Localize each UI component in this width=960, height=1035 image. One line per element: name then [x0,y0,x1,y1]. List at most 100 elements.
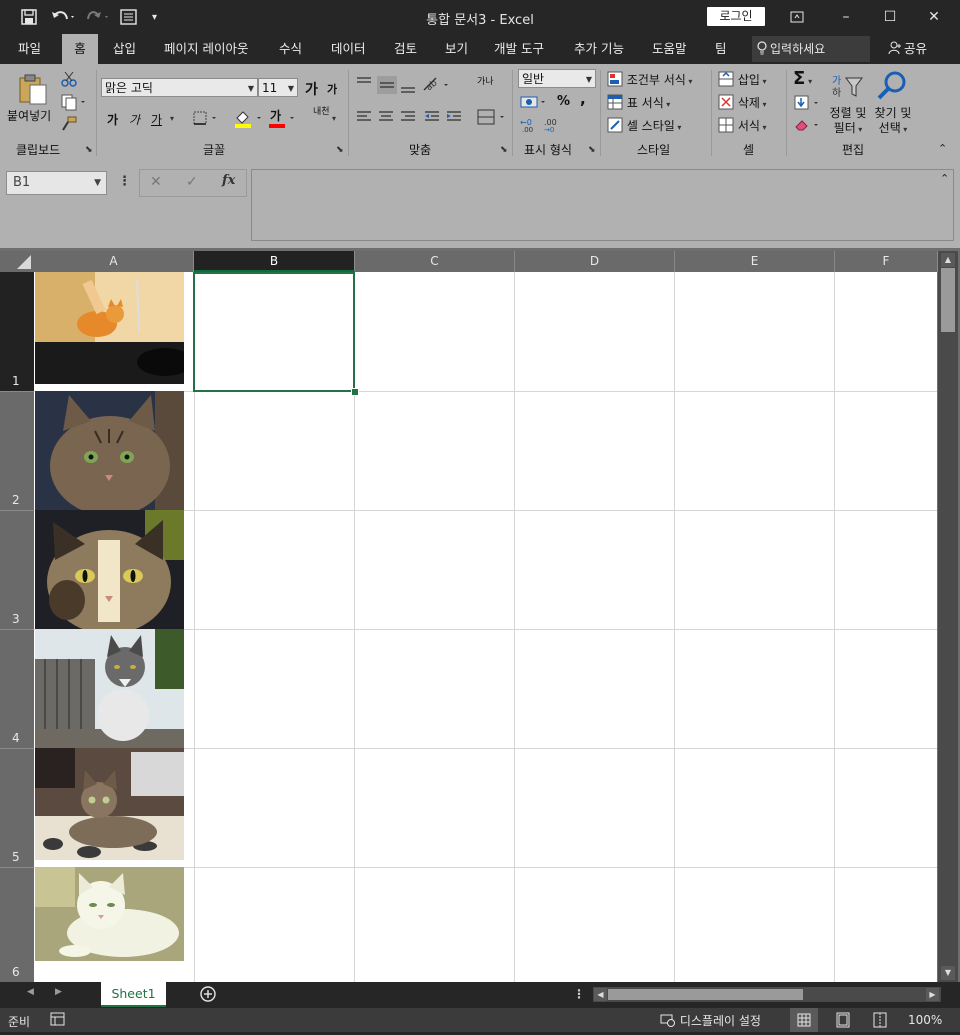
find-select-icon[interactable] [876,70,908,105]
tab-review[interactable]: 검토 [385,34,426,64]
macro-record-icon[interactable] [50,1012,66,1030]
tab-formulas[interactable]: 수식 [270,34,311,64]
column-header-c[interactable]: C [355,251,515,272]
column-header-a[interactable]: A [34,251,194,272]
horizontal-scrollbar[interactable]: ◀ ▶ [593,987,941,1002]
grow-font-button[interactable]: 가 [305,79,318,99]
new-sheet-icon[interactable] [199,985,217,1006]
horizontal-scroll-thumb[interactable] [608,989,803,1000]
fill-color-icon[interactable] [233,108,265,131]
share-button[interactable]: 공유 [888,34,927,64]
display-settings-button[interactable]: 디스플레이 설정 [660,1012,761,1029]
more-options-icon[interactable]: ⋮ [118,174,131,189]
clear-icon[interactable] [794,117,824,136]
delete-cells-button[interactable]: 삭제 ▾ [718,94,766,111]
column-header-d[interactable]: D [515,251,675,272]
select-all-corner[interactable] [0,251,34,272]
zoom-level[interactable]: 100% [908,1013,942,1027]
tab-data[interactable]: 데이터 [322,34,375,64]
tab-addins[interactable]: 추가 기능 [565,34,633,64]
cat-image-4[interactable] [35,629,184,748]
vertical-scrollbar[interactable]: ▲ ▼ [938,251,958,982]
row-header-1[interactable]: 1 [0,272,34,392]
column-header-f[interactable]: F [835,251,938,272]
paste-icon[interactable] [16,72,50,109]
maximize-icon[interactable]: ☐ [875,6,905,28]
tab-team[interactable]: 팀 [706,34,736,64]
page-break-view-icon[interactable] [872,1012,888,1031]
row-header-4[interactable]: 4 [0,630,34,749]
paste-button-label[interactable]: 붙여넣기 [7,107,51,124]
collapse-formula-bar-icon[interactable]: ⌃ [940,172,949,185]
accounting-format-icon[interactable] [519,94,551,113]
scroll-sheets-right-icon[interactable]: ▶ [55,987,62,997]
scroll-down-icon[interactable]: ▼ [941,966,955,980]
cat-image-2[interactable] [35,391,184,516]
row-header-5[interactable]: 5 [0,749,34,868]
top-align-icon[interactable] [353,74,423,99]
conditional-formatting-button[interactable]: 조건부 서식 ▾ [607,71,692,88]
shrink-font-button[interactable]: 가 [327,81,337,97]
alignment-launcher-icon[interactable]: ⬊ [500,145,508,155]
insert-cells-button[interactable]: 삽입 ▾ [718,71,766,88]
minimize-icon[interactable]: – [831,6,861,28]
font-name-combo[interactable]: 맑은 고딕 ▼ [101,78,258,97]
format-cells-button[interactable]: 서식 ▾ [718,117,766,134]
formula-input[interactable] [251,169,954,241]
font-size-combo[interactable]: 11 ▼ [258,78,298,97]
chevron-down-icon[interactable]: ▾ [332,114,336,123]
row-header-2[interactable]: 2 [0,392,34,511]
tab-developer[interactable]: 개발 도구 [485,34,553,64]
collapse-ribbon-icon[interactable]: ⌃ [938,142,947,155]
format-painter-icon[interactable] [60,115,78,136]
phonetic-guide-button[interactable]: 내천 [313,108,330,117]
sort-filter-button[interactable]: 정렬 및 필터 ▾ [827,106,869,137]
cut-icon[interactable] [60,70,78,91]
selected-cell-b1[interactable] [193,272,355,392]
italic-button[interactable]: 가 [129,111,140,128]
cat-image-3[interactable] [35,510,184,634]
borders-icon[interactable] [192,110,220,129]
vertical-scroll-thumb[interactable] [941,268,955,332]
chevron-down-icon[interactable]: ▼ [94,172,101,194]
tab-insert[interactable]: 삽입 [104,34,145,64]
merge-center-icon[interactable] [476,108,508,129]
cat-image-6[interactable] [35,867,184,961]
scroll-right-icon[interactable]: ▶ [926,988,939,1001]
fill-icon[interactable] [794,95,824,114]
scroll-sheets-left-icon[interactable]: ◀ [27,987,34,997]
cat-image-1[interactable] [35,272,193,384]
scroll-left-icon[interactable]: ◀ [594,988,607,1001]
cat-image-5[interactable] [35,748,184,860]
ribbon-display-options-icon[interactable] [782,6,812,28]
tell-me-search[interactable]: 입력하세요 [752,36,870,62]
sort-filter-icon[interactable]: 가하 [832,72,864,105]
copy-icon[interactable] [60,93,88,114]
scroll-up-icon[interactable]: ▲ [941,253,955,267]
tab-home[interactable]: 홈 [62,34,98,64]
font-color-icon[interactable]: 가 [268,108,300,131]
split-handle-icon[interactable]: ⋮ [573,987,585,1001]
insert-function-button[interactable]: fx [222,173,235,188]
bold-button[interactable]: 가 [107,111,118,128]
tab-page-layout[interactable]: 페이지 레이아웃 [155,34,257,64]
row-header-3[interactable]: 3 [0,511,34,630]
cell-styles-button[interactable]: 셀 스타일 ▾ [607,117,681,134]
sheet-tab-sheet1[interactable]: Sheet1 [101,982,166,1007]
left-align-icon[interactable] [353,108,465,129]
fill-handle[interactable] [351,388,359,396]
number-launcher-icon[interactable]: ⬊ [588,145,596,155]
tab-view[interactable]: 보기 [436,34,477,64]
find-select-button[interactable]: 찾기 및 선택 ▾ [871,106,915,137]
close-icon[interactable]: ✕ [919,6,949,28]
login-button[interactable]: 로그인 [707,7,765,26]
increase-decimal-icon[interactable]: ←0.00.00 →0 [519,116,563,135]
tab-help[interactable]: 도움말 [643,34,696,64]
clipboard-launcher-icon[interactable]: ⬊ [85,145,93,155]
wrap-text-button[interactable]: 가나 [477,78,494,87]
font-launcher-icon[interactable]: ⬊ [336,145,344,155]
normal-view-button[interactable] [790,1008,818,1032]
row-header-6[interactable]: 6 [0,868,34,982]
tab-file[interactable]: 파일 [9,34,50,64]
autosum-icon[interactable]: Σ ▾ [793,68,812,89]
